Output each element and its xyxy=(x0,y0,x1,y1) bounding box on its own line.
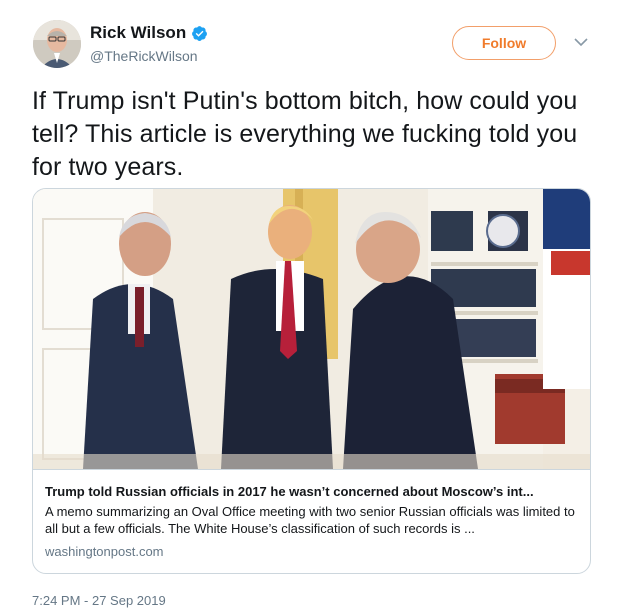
avatar[interactable] xyxy=(33,20,81,68)
card-title[interactable]: Trump told Russian officials in 2017 he … xyxy=(45,484,578,499)
author-handle[interactable]: @TheRickWilson xyxy=(90,48,208,64)
verified-badge-icon xyxy=(192,25,208,41)
card-description: A memo summarizing an Oval Office meetin… xyxy=(45,504,575,536)
tweet-text: If Trump isn't Putin's bottom bitch, how… xyxy=(32,87,578,181)
tweet-timestamp[interactable]: 7:24 PM - 27 Sep 2019 xyxy=(32,593,166,608)
card-body[interactable]: Trump told Russian officials in 2017 he … xyxy=(33,469,590,573)
chevron-down-icon[interactable] xyxy=(574,37,588,47)
card-image[interactable] xyxy=(33,189,590,469)
follow-button[interactable]: Follow xyxy=(452,26,556,60)
link-card[interactable]: Trump told Russian officials in 2017 he … xyxy=(32,188,591,574)
author-name[interactable]: Rick Wilson xyxy=(90,23,186,43)
tweet-header: Rick Wilson @TheRickWilson Follow xyxy=(33,20,603,70)
author-info: Rick Wilson @TheRickWilson xyxy=(90,23,208,64)
card-domain: washingtonpost.com xyxy=(45,544,164,559)
